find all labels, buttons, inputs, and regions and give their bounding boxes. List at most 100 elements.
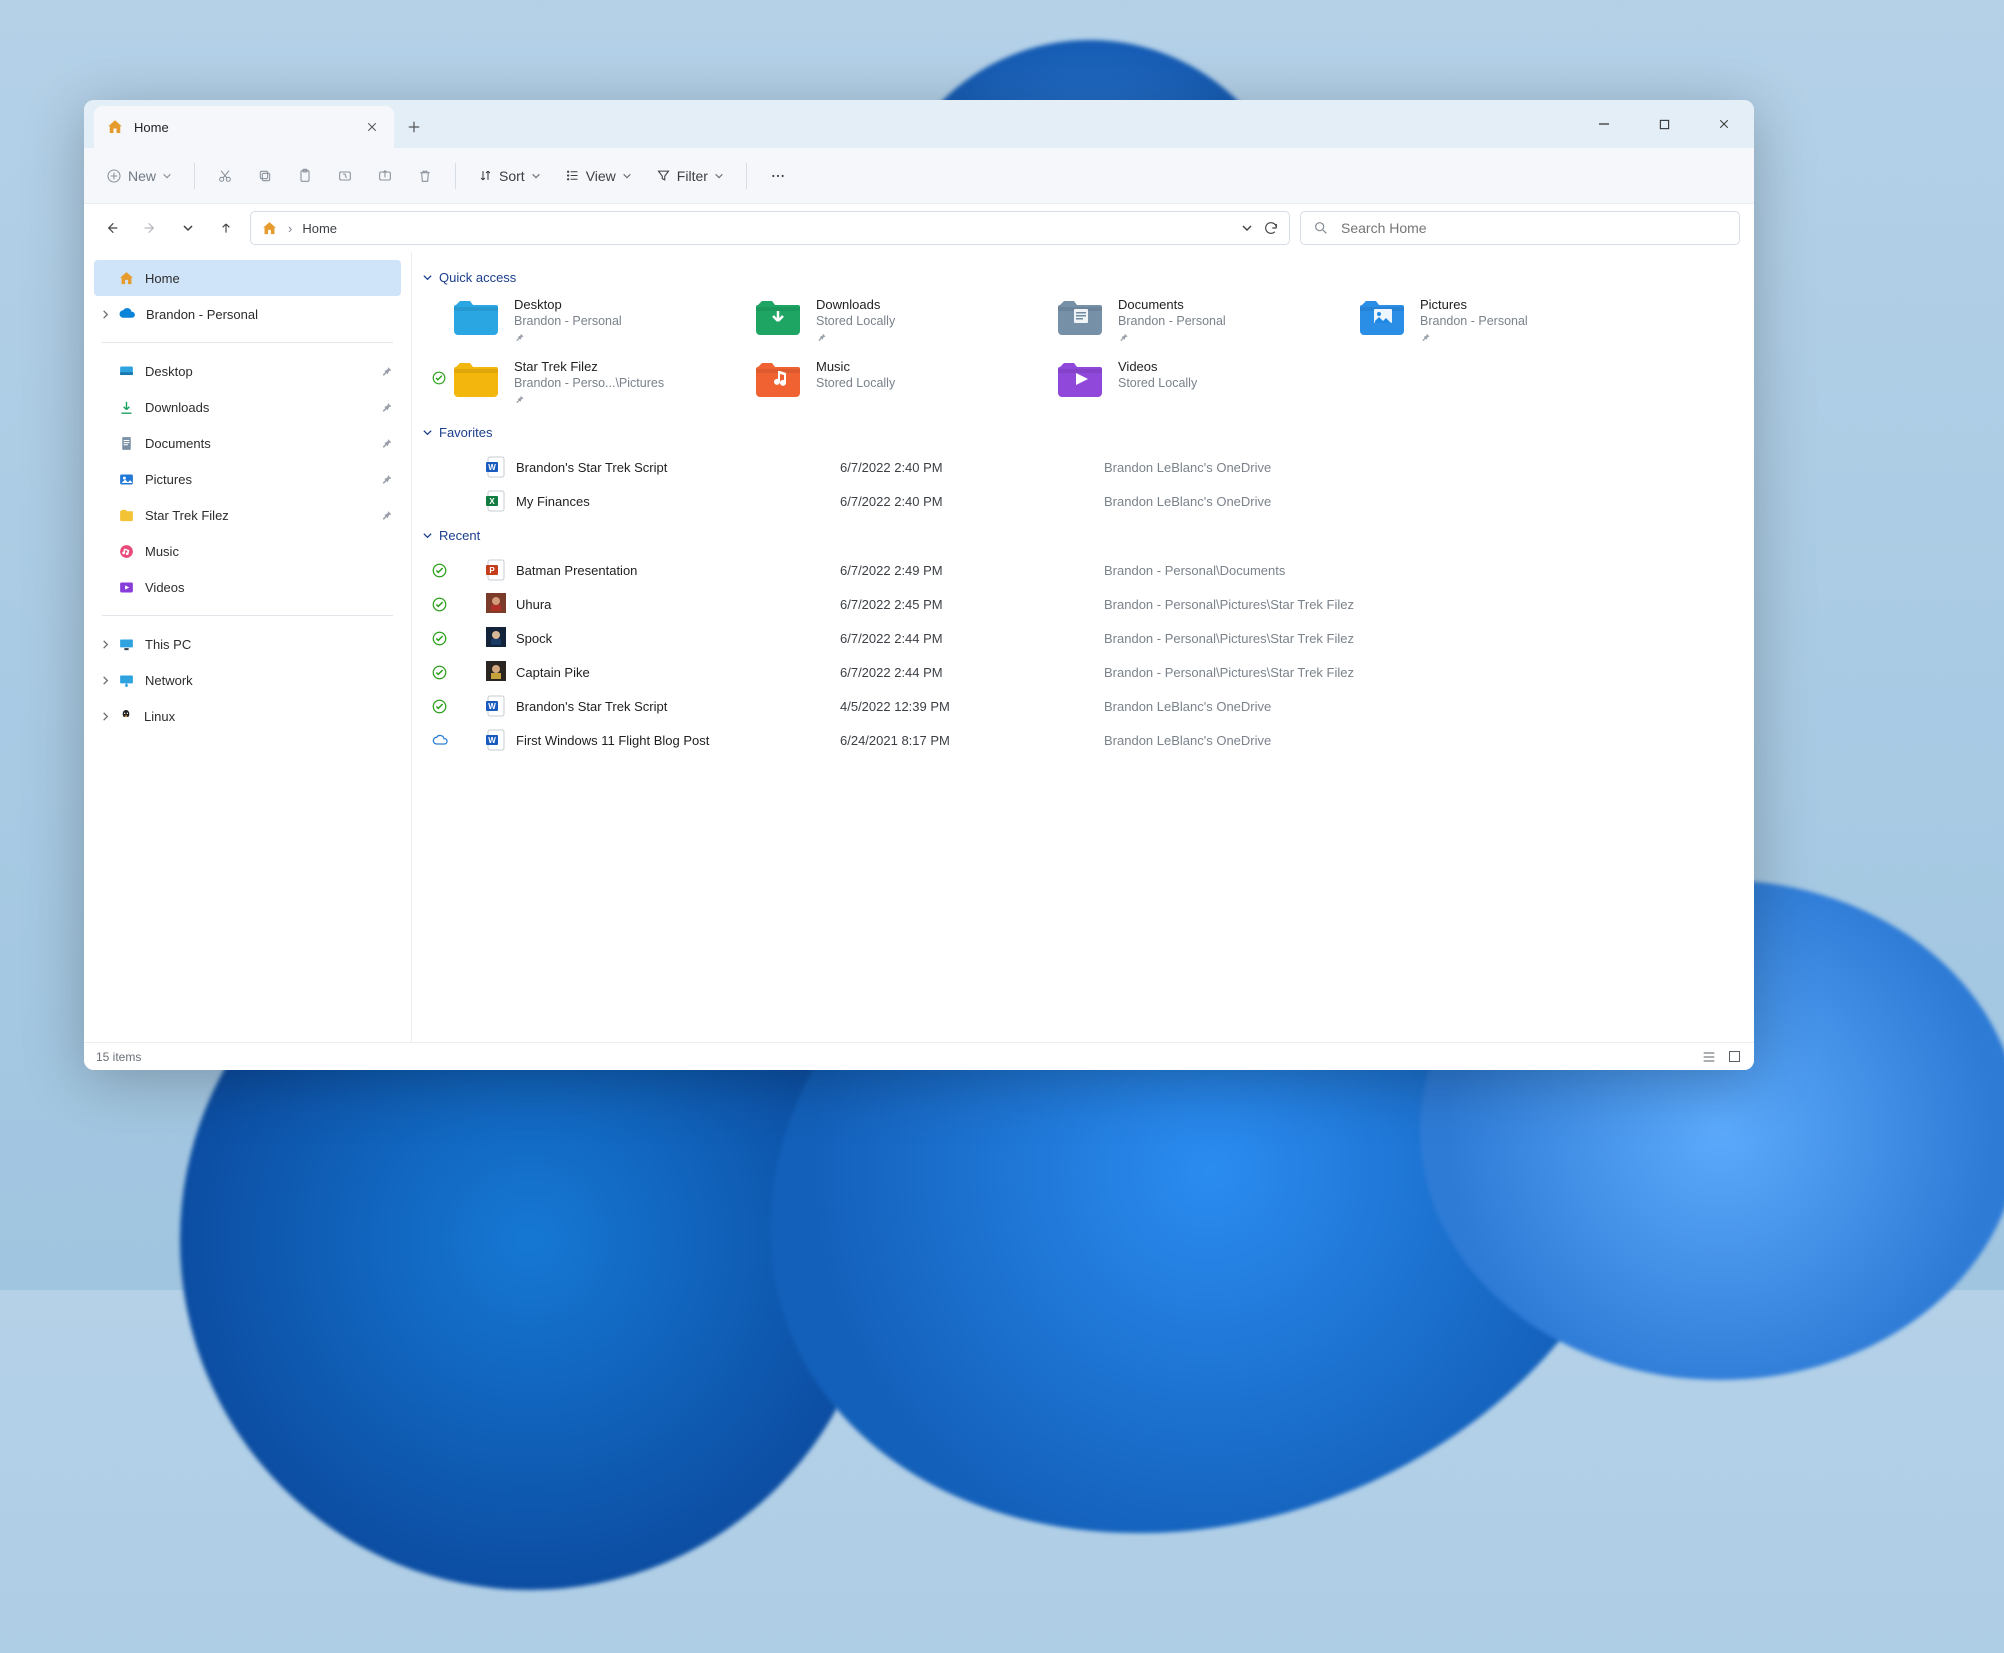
device-icon xyxy=(118,708,134,724)
search-box[interactable] xyxy=(1300,211,1740,245)
sidebar-item-onedrive[interactable]: Brandon - Personal xyxy=(94,296,401,332)
sync-ok-icon xyxy=(432,563,454,578)
sidebar-item-home[interactable]: Home xyxy=(94,260,401,296)
sidebar-item-star-trek-filez[interactable]: Star Trek Filez xyxy=(94,497,401,533)
sync-ok-icon xyxy=(432,631,454,646)
sidebar-item-videos[interactable]: Videos xyxy=(94,569,401,605)
refresh-button[interactable] xyxy=(1263,220,1279,236)
file-date: 6/7/2022 2:44 PM xyxy=(840,665,1100,680)
delete-button[interactable] xyxy=(409,162,441,190)
cut-button[interactable] xyxy=(209,162,241,190)
sidebar-item-label: Pictures xyxy=(145,472,192,487)
sync-ok-icon xyxy=(432,597,454,612)
svg-text:X: X xyxy=(489,497,495,506)
share-button[interactable] xyxy=(369,162,401,190)
quick-access-item[interactable]: Downloads Stored Locally xyxy=(752,295,1044,345)
section-label: Favorites xyxy=(439,425,492,440)
folder-icon xyxy=(118,435,135,452)
file-name: Uhura xyxy=(516,597,836,612)
address-bar[interactable]: › Home xyxy=(250,211,1290,245)
quick-access-item[interactable]: Music Stored Locally xyxy=(752,357,1044,407)
file-row[interactable]: Captain Pike 6/7/2022 2:44 PM Brandon - … xyxy=(428,655,1736,689)
item-name: Downloads xyxy=(816,297,895,312)
file-row[interactable]: W Brandon's Star Trek Script 6/7/2022 2:… xyxy=(428,450,1736,484)
rename-button[interactable] xyxy=(329,162,361,190)
file-row[interactable]: Spock 6/7/2022 2:44 PM Brandon - Persona… xyxy=(428,621,1736,655)
view-button[interactable]: View xyxy=(557,162,640,190)
svg-text:W: W xyxy=(488,702,496,711)
sidebar-item-linux[interactable]: Linux xyxy=(94,698,401,734)
large-icons-view-button[interactable] xyxy=(1727,1049,1742,1065)
file-row[interactable]: Uhura 6/7/2022 2:45 PM Brandon - Persona… xyxy=(428,587,1736,621)
sidebar-item-network[interactable]: Network xyxy=(94,662,401,698)
details-view-button[interactable] xyxy=(1701,1049,1717,1065)
quick-access-item[interactable]: Star Trek Filez Brandon - Perso...\Pictu… xyxy=(450,357,742,407)
divider xyxy=(746,163,747,189)
item-subtitle: Brandon - Perso...\Pictures xyxy=(514,376,664,390)
sidebar-item-music[interactable]: Music xyxy=(94,533,401,569)
quick-access-item[interactable]: Desktop Brandon - Personal xyxy=(450,295,742,345)
file-row[interactable]: X My Finances 6/7/2022 2:40 PM Brandon L… xyxy=(428,484,1736,518)
close-tab-button[interactable] xyxy=(362,117,382,137)
file-row[interactable]: P Batman Presentation 6/7/2022 2:49 PM B… xyxy=(428,553,1736,587)
pin-icon xyxy=(380,401,393,414)
pin-icon xyxy=(380,365,393,378)
copy-button[interactable] xyxy=(249,162,281,190)
file-icon: W xyxy=(486,729,506,751)
filter-button[interactable]: Filter xyxy=(648,162,732,190)
chevron-right-icon xyxy=(100,309,111,320)
more-button[interactable] xyxy=(761,162,795,190)
chevron-right-icon xyxy=(100,675,111,686)
paste-button[interactable] xyxy=(289,162,321,190)
item-count: 15 items xyxy=(96,1050,141,1064)
quick-access-item[interactable]: Documents Brandon - Personal xyxy=(1054,295,1346,345)
sync-ok-icon xyxy=(432,665,454,680)
folder-icon xyxy=(118,579,135,596)
sort-button[interactable]: Sort xyxy=(470,162,549,190)
section-recent-header[interactable]: Recent xyxy=(422,528,1736,543)
sync-ok-icon xyxy=(432,699,454,714)
sidebar-item-documents[interactable]: Documents xyxy=(94,425,401,461)
address-dropdown-button[interactable] xyxy=(1241,222,1253,234)
sidebar-item-label: Brandon - Personal xyxy=(146,307,258,322)
search-input[interactable] xyxy=(1341,220,1727,236)
section-label: Quick access xyxy=(439,270,516,285)
sidebar-item-downloads[interactable]: Downloads xyxy=(94,389,401,425)
section-quick-access-header[interactable]: Quick access xyxy=(422,270,1736,285)
filter-label: Filter xyxy=(677,168,708,184)
sidebar-item-this-pc[interactable]: This PC xyxy=(94,626,401,662)
back-button[interactable] xyxy=(98,214,126,242)
file-row[interactable]: W First Windows 11 Flight Blog Post 6/24… xyxy=(428,723,1736,757)
pin-icon xyxy=(380,509,393,522)
titlebar: Home xyxy=(84,100,1754,148)
minimize-button[interactable] xyxy=(1574,100,1634,148)
folder-icon xyxy=(118,399,135,416)
file-date: 6/7/2022 2:40 PM xyxy=(840,494,1100,509)
section-favorites-header[interactable]: Favorites xyxy=(422,425,1736,440)
up-button[interactable] xyxy=(212,214,240,242)
new-tab-button[interactable] xyxy=(394,106,434,148)
new-label: New xyxy=(128,168,156,184)
new-button[interactable]: New xyxy=(98,162,180,190)
folder-icon xyxy=(754,297,802,337)
file-location: Brandon - Personal\Pictures\Star Trek Fi… xyxy=(1104,631,1736,646)
folder-icon xyxy=(1056,359,1104,399)
pin-icon xyxy=(514,332,622,343)
section-label: Recent xyxy=(439,528,480,543)
sidebar-item-label: This PC xyxy=(145,637,191,652)
tab-home[interactable]: Home xyxy=(94,106,394,148)
file-row[interactable]: W Brandon's Star Trek Script 4/5/2022 12… xyxy=(428,689,1736,723)
close-window-button[interactable] xyxy=(1694,100,1754,148)
maximize-button[interactable] xyxy=(1634,100,1694,148)
quick-access-item[interactable]: Videos Stored Locally xyxy=(1054,357,1346,407)
sidebar-item-label: Music xyxy=(145,544,179,559)
sidebar-item-desktop[interactable]: Desktop xyxy=(94,353,401,389)
quick-access-item[interactable]: Pictures Brandon - Personal xyxy=(1356,295,1648,345)
divider xyxy=(102,615,393,616)
recent-locations-button[interactable] xyxy=(174,214,202,242)
forward-button[interactable] xyxy=(136,214,164,242)
file-location: Brandon LeBlanc's OneDrive xyxy=(1104,460,1736,475)
sidebar-item-pictures[interactable]: Pictures xyxy=(94,461,401,497)
file-date: 6/24/2021 8:17 PM xyxy=(840,733,1100,748)
item-name: Videos xyxy=(1118,359,1197,374)
